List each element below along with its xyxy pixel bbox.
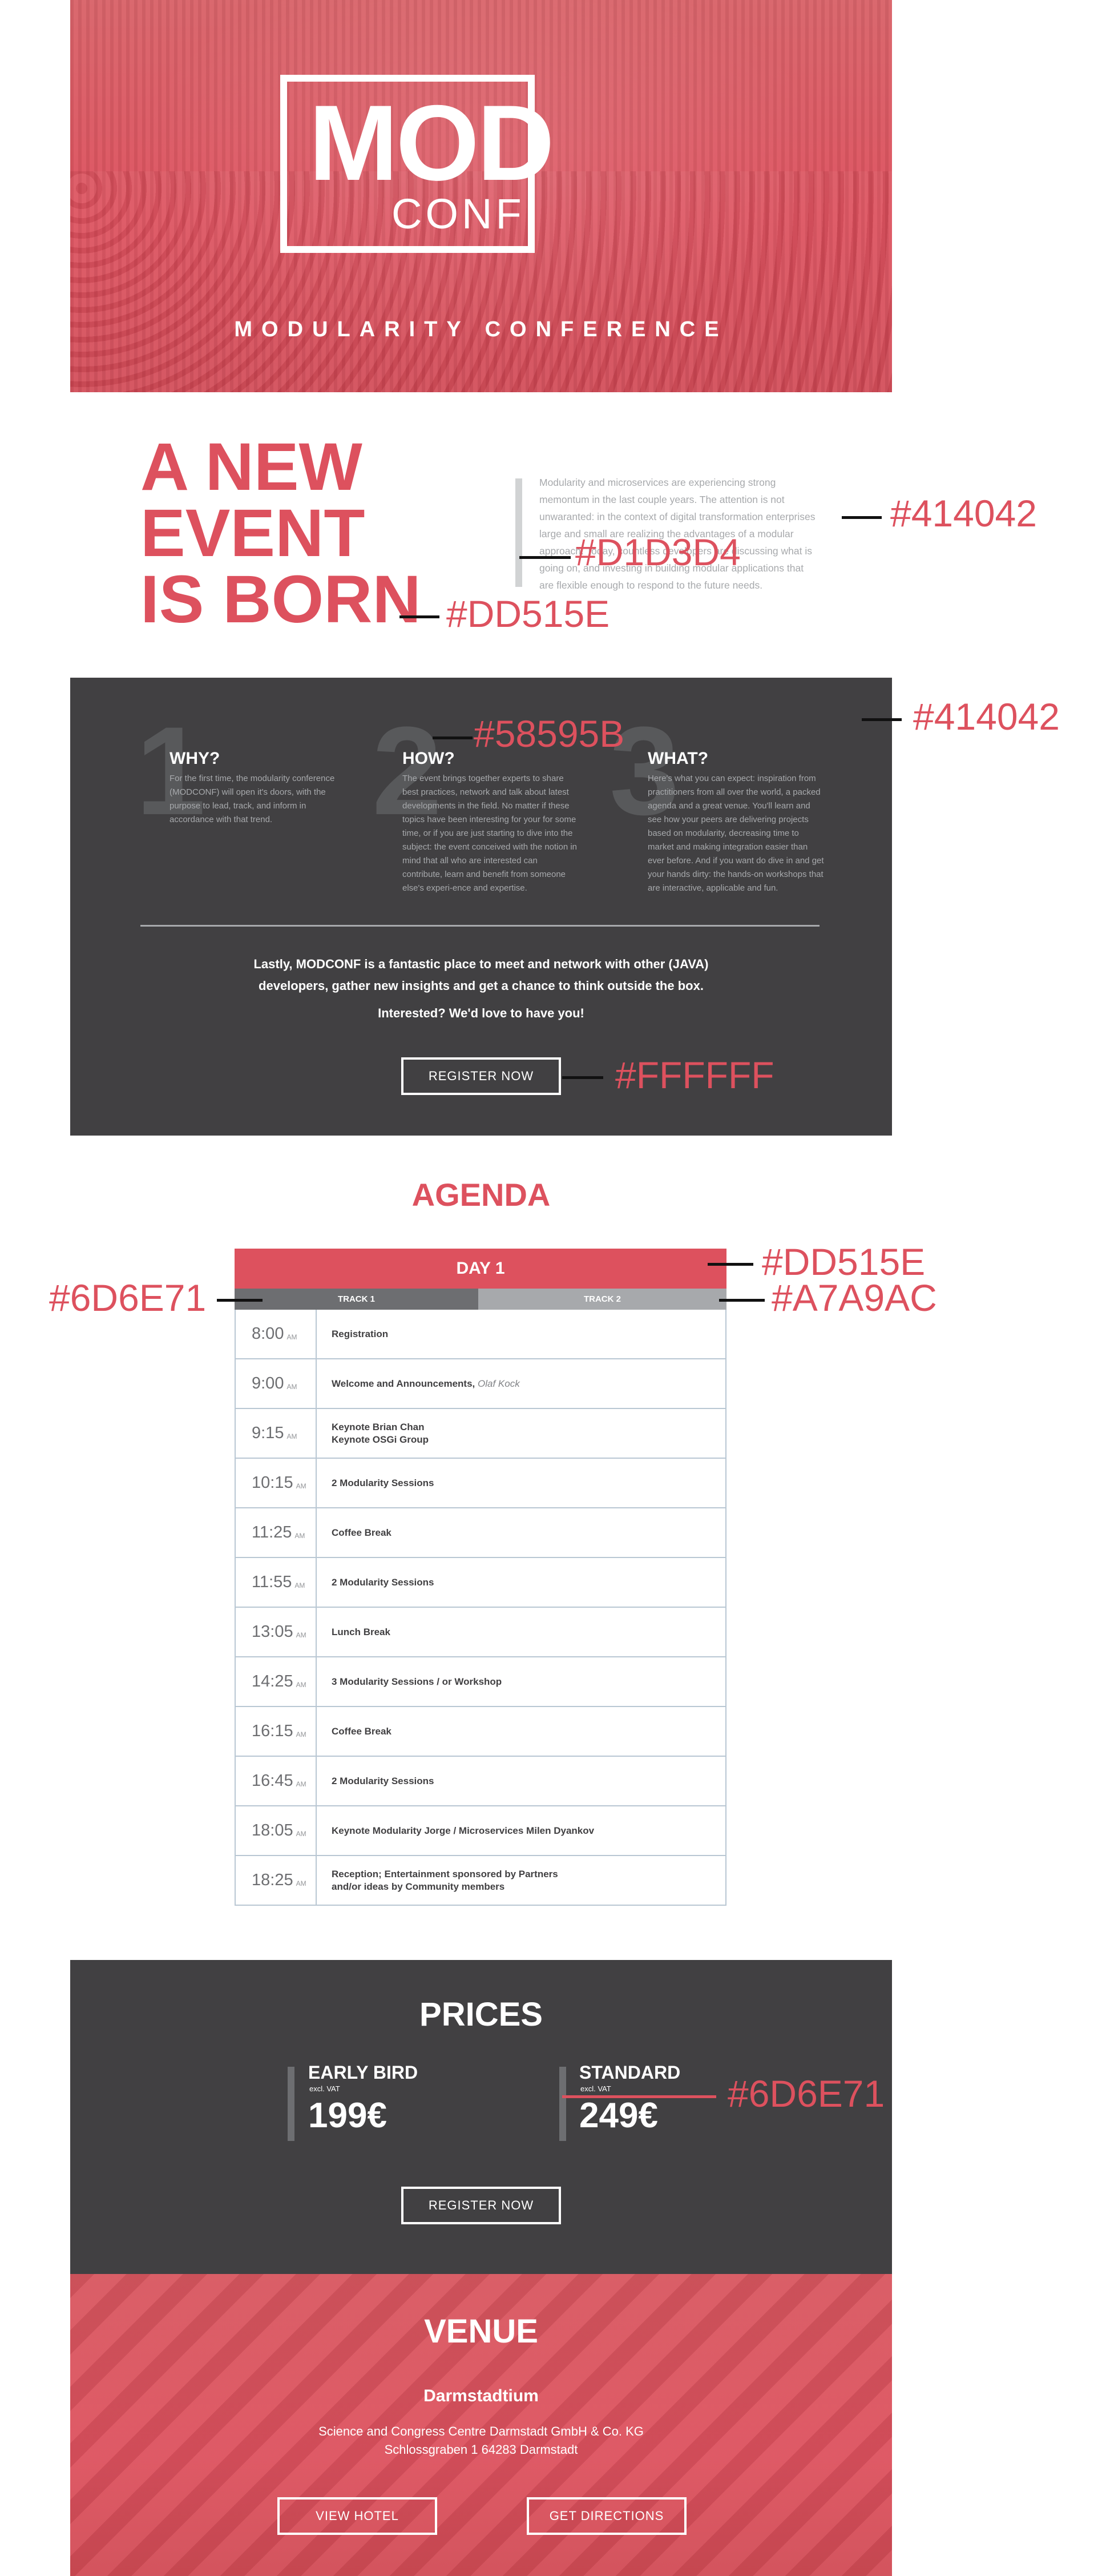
agenda-table: 8:00 AM Registration 9:00 AM Welcome and A… — [235, 1310, 726, 1906]
annotation-label: #6D6E71 — [728, 2072, 885, 2115]
closing-statement: Lastly, MODCONF is a fantastic place to … — [70, 953, 892, 997]
annotation-line — [708, 1263, 753, 1266]
early-bird-price: 199€ — [308, 2096, 387, 2135]
agenda-time: 16:15 AM — [236, 1707, 317, 1756]
standard-label: STANDARD — [579, 2062, 681, 2083]
annotation-line — [519, 556, 571, 559]
how-title: HOW? — [402, 749, 455, 768]
what-title: WHAT? — [648, 749, 709, 768]
venue-address: Schlossgraben 1 64283 Darmstadt — [384, 2442, 578, 2457]
early-bird-vat: excl. VAT — [309, 2084, 340, 2093]
closing-line: developers, gather new insights and get … — [259, 979, 704, 993]
agenda-event: 2 Modularity Sessions — [332, 1477, 434, 1488]
closing-line: Lastly, MODCONF is a fantastic place to … — [253, 957, 709, 971]
intro-heading-line: IS BORN — [140, 562, 421, 637]
agenda-time: 10:15 AM — [236, 1459, 317, 1507]
annotation-line — [217, 1299, 263, 1302]
agenda-row: 14:25 AM 3 Modularity Sessions / or Works… — [236, 1657, 725, 1707]
agenda-time: 16:45 AM — [236, 1757, 317, 1805]
agenda-row: 9:00 AM Welcome and Announcements, Olaf K… — [236, 1359, 725, 1409]
annotation-line — [862, 718, 902, 721]
tab-track-1[interactable]: TRACK 1 — [235, 1289, 478, 1310]
day-1-header: DAY 1 — [235, 1249, 726, 1289]
annotation-label: #6D6E71 — [49, 1277, 207, 1319]
standard-bar — [559, 2067, 566, 2141]
annotation-label: #58595B — [474, 713, 625, 755]
agenda-event: Coffee Break — [332, 1725, 391, 1737]
hero-subtitle: MODULARITY CONFERENCE — [234, 317, 728, 341]
venue-name: Darmstadtium — [423, 2386, 539, 2405]
agenda-time: 9:00 AM — [236, 1359, 317, 1408]
intro-accent-bar — [515, 478, 522, 587]
agenda-row: 18:25 AM Reception; Entertainment sponsor… — [236, 1856, 725, 1906]
intro-heading-line: A NEW — [140, 429, 362, 505]
standard-price: 249€ — [579, 2096, 658, 2135]
what-text: Here's what you can expect: inspiration … — [648, 774, 824, 893]
agenda-row: 16:45 AM 2 Modularity Sessions — [236, 1757, 725, 1806]
agenda-row: 10:15 AM 2 Modularity Sessions — [236, 1459, 725, 1508]
annotation-label: #FFFFFF — [615, 1054, 774, 1096]
interested-text: Interested? We'd love to have you! — [378, 1006, 584, 1020]
tab-track-2[interactable]: TRACK 2 — [478, 1289, 726, 1310]
agenda-event: Reception; Entertainment sponsored by Pa… — [332, 1868, 558, 1892]
agenda-time: 18:05 AM — [236, 1806, 317, 1855]
standard-vat: excl. VAT — [580, 2084, 611, 2093]
agenda-event: 2 Modularity Sessions — [332, 1775, 434, 1786]
register-now-button[interactable]: REGISTER NOW — [401, 2187, 561, 2224]
annotation-line — [842, 516, 882, 519]
early-bird-label: EARLY BIRD — [308, 2062, 418, 2083]
annotation-label: #A7A9AC — [772, 1277, 937, 1319]
agenda-event: 3 Modularity Sessions / or Workshop — [332, 1676, 502, 1687]
agenda-event: Keynote Modularity Jorge / Microservices… — [332, 1825, 595, 1836]
prices-title: PRICES — [419, 1996, 543, 2033]
agenda-row: 11:55 AM 2 Modularity Sessions — [236, 1558, 725, 1608]
agenda-time: 8:00 AM — [236, 1310, 317, 1358]
get-directions-button[interactable]: GET DIRECTIONS — [527, 2497, 687, 2535]
agenda-time: 18:25 AM — [236, 1856, 317, 1905]
agenda-time: 14:25 AM — [236, 1657, 317, 1706]
how-text: The event brings together experts to sha… — [402, 774, 578, 893]
agenda-row: 13:05 AM Lunch Break — [236, 1608, 725, 1657]
agenda-row: 9:15 AM Keynote Brian Chan Keynote OSGi Gr… — [236, 1409, 725, 1459]
register-now-button[interactable]: REGISTER NOW — [401, 1057, 561, 1095]
annotation-line — [562, 2095, 716, 2098]
annotation-label: #414042 — [913, 695, 1060, 738]
agenda-time: 13:05 AM — [236, 1608, 317, 1656]
agenda-row: 11:25 AM Coffee Break — [236, 1508, 725, 1558]
agenda-event: Registration — [332, 1328, 389, 1339]
logo-sub-text: CONF — [391, 190, 525, 238]
logo-main-text: MOD — [309, 83, 555, 203]
agenda-event: Welcome and Announcements, Olaf Kock — [332, 1378, 520, 1389]
agenda-time: 11:25 AM — [236, 1508, 317, 1557]
section-divider — [140, 925, 820, 927]
annotation-line — [719, 1299, 765, 1302]
agenda-speaker: Olaf Kock — [478, 1378, 520, 1389]
agenda-title: AGENDA — [411, 1177, 551, 1213]
agenda-event: Keynote Brian Chan Keynote OSGi Group — [332, 1421, 429, 1445]
agenda-row: 18:05 AM Keynote Modularity Jorge / Micro… — [236, 1806, 725, 1856]
agenda-time: 9:15 AM — [236, 1409, 317, 1458]
venue-title: VENUE — [424, 2313, 538, 2350]
why-text: For the first time, the modularity confe… — [169, 774, 335, 824]
view-hotel-button[interactable]: VIEW HOTEL — [277, 2497, 437, 2535]
early-bird-bar — [288, 2067, 294, 2141]
agenda-event: Coffee Break — [332, 1527, 391, 1538]
annotation-label: #414042 — [890, 492, 1037, 534]
annotation-label: #D1D3D4 — [575, 531, 741, 573]
agenda-row: 8:00 AM Registration — [236, 1310, 725, 1359]
annotation-label: #DD515E — [446, 593, 610, 635]
agenda-row: 16:15 AM Coffee Break — [236, 1707, 725, 1757]
venue-address: Science and Congress Centre Darmstadt Gm… — [318, 2424, 644, 2438]
intro-heading: A NEW EVENT IS BORN — [140, 429, 437, 637]
annotation-line — [433, 736, 473, 739]
why-title: WHY? — [169, 749, 220, 768]
agenda-time: 11:55 AM — [236, 1558, 317, 1607]
agenda-event: 2 Modularity Sessions — [332, 1576, 434, 1588]
agenda-event: Lunch Break — [332, 1626, 390, 1637]
annotation-line — [562, 1076, 603, 1079]
intro-heading-line: EVENT — [140, 496, 365, 571]
annotation-label: #DD515E — [762, 1241, 926, 1283]
annotation-line — [399, 615, 439, 618]
